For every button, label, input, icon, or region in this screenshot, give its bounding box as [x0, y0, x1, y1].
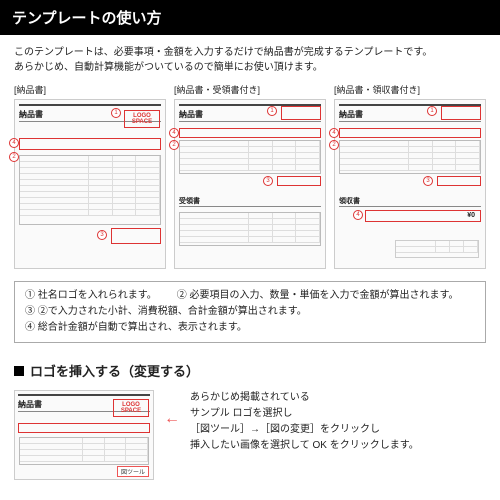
section-logo-insert: ロゴを挿入する（変更する）	[0, 347, 500, 384]
marker-4a: 4	[9, 138, 19, 148]
thumbnail-row: [納品書] 納品書 LOGO SPACE 1 4 2 3	[0, 81, 500, 277]
note-2: ② 必要項目の入力、数量・単価を入力で金額が算出されます。	[177, 288, 459, 304]
lower-line3: ［図ツール］→［図の変更］をクリックし	[190, 422, 486, 438]
note-4: ④ 総合計金額が自動で算出され、表示されます。	[25, 320, 475, 336]
lower-row: 納品書 LOGO SPACE 図ツール ← あらかじめ掲載されている サンプル …	[0, 384, 500, 486]
section2-title: ロゴを挿入する（変更する）	[30, 361, 199, 380]
thumb-2: 納品書 1 4 2 3 受領書	[174, 99, 326, 269]
thumb-col-3: [納品書・領収書付き] 納品書 1 4 2 3 領収書 ¥0 4	[334, 83, 486, 269]
thumb-label-1: [納品書]	[14, 83, 166, 96]
marker-2a: 2	[9, 152, 19, 162]
note-1: ① 社名ロゴを入れられます。	[25, 288, 157, 304]
tool-button: 図ツール	[117, 466, 149, 477]
header-title: テンプレートの使い方	[12, 10, 162, 27]
marker-4b: 4	[169, 128, 179, 138]
desc-line2: あらかじめ、自動計算機能がついているので簡単にお使い頂けます。	[14, 60, 486, 75]
lower-line4: 挿入したい画像を選択して OK をクリックします。	[190, 438, 486, 454]
thumb-col-2: [納品書・受領書付き] 納品書 1 4 2 3 受領書	[174, 83, 326, 269]
marker-4c: 4	[329, 128, 339, 138]
description: このテンプレートは、必要事項・金額を入力するだけで納品書が完成するテンプレートで…	[0, 35, 500, 81]
thumb-col-1: [納品書] 納品書 LOGO SPACE 1 4 2 3	[14, 83, 166, 269]
lower-thumb: 納品書 LOGO SPACE 図ツール	[14, 390, 154, 480]
marker-2b: 2	[169, 140, 179, 150]
marker-1c: 1	[427, 106, 437, 116]
marker-1: 1	[111, 108, 121, 118]
arrow-left-icon: ←	[164, 410, 180, 428]
page-header: テンプレートの使い方	[0, 0, 500, 35]
marker-3a: 3	[97, 230, 107, 240]
marker-3b: 3	[263, 176, 273, 186]
thumb2-sub: 受領書	[179, 196, 321, 207]
thumb-label-2: [納品書・受領書付き]	[174, 83, 326, 96]
thumb3-sub: 領収書	[339, 196, 481, 207]
thumb-3: 納品書 1 4 2 3 領収書 ¥0 4	[334, 99, 486, 269]
marker-1b: 1	[267, 106, 277, 116]
logo-placeholder: LOGO SPACE	[124, 110, 160, 128]
square-bullet-icon	[14, 366, 24, 376]
marker-3c: 3	[423, 176, 433, 186]
lower-line1: あらかじめ掲載されている	[190, 390, 486, 406]
marker-4d: 4	[353, 210, 363, 220]
thumb-label-3: [納品書・領収書付き]	[334, 83, 486, 96]
yen-value: ¥0	[467, 212, 475, 219]
lower-logo: LOGO SPACE	[113, 399, 149, 417]
desc-line1: このテンプレートは、必要事項・金額を入力するだけで納品書が完成するテンプレートで…	[14, 45, 486, 60]
marker-2c: 2	[329, 140, 339, 150]
lower-text: あらかじめ掲載されている サンプル ロゴを選択し ［図ツール］→［図の変更］をク…	[190, 390, 486, 454]
notes-box: ① 社名ロゴを入れられます。 ② 必要項目の入力、数量・単価を入力で金額が算出さ…	[14, 281, 486, 343]
lower-line2: サンプル ロゴを選択し	[190, 406, 486, 422]
thumb-1: 納品書 LOGO SPACE 1 4 2 3	[14, 99, 166, 269]
note-3: ③ ②で入力された小計、消費税額、合計金額が算出されます。	[25, 304, 475, 320]
